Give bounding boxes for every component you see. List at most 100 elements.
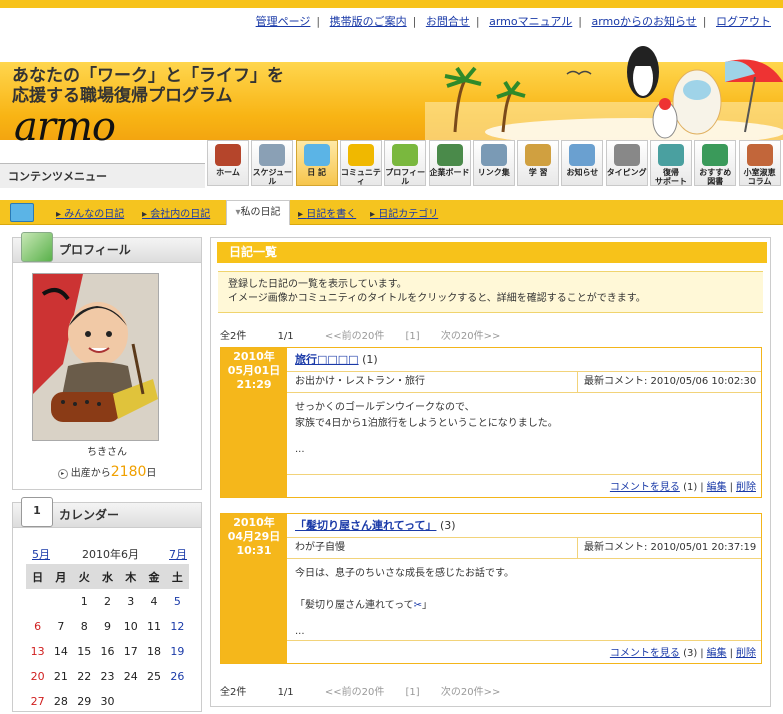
calendar-day[interactable]: 25 [142, 664, 165, 689]
nav-label: タイピング [606, 168, 647, 177]
scissors-icon: ✂ [413, 600, 422, 611]
calendar-day[interactable]: 30 [96, 689, 119, 714]
calendar-weekday: 木 [119, 564, 143, 589]
calendar-day[interactable]: 29 [73, 689, 96, 714]
calendar: 5月 2010年6月 7月 日月火水木金土 1 2 3 4 5 6 7 8 9 10 11 12 13 14… [26, 546, 189, 714]
nav-learning[interactable]: 学 習 [517, 140, 560, 186]
links-icon [480, 144, 507, 166]
nav-return-support[interactable]: 復帰 サポート [650, 140, 692, 186]
nav-home[interactable]: ホーム [207, 140, 249, 186]
diary-icon [303, 144, 330, 166]
entry-comment-count: (3) [439, 519, 456, 532]
nav-recommended-books[interactable]: おすすめ 図書 [694, 140, 737, 186]
calendar-day[interactable]: 4 [142, 589, 165, 614]
nav-company-board[interactable]: 企業ボード [428, 140, 471, 186]
nav-community[interactable]: コミュニティ [339, 140, 382, 186]
subnav-my-diary[interactable]: ▾私の日記 [226, 200, 290, 225]
calendar-weekday: 土 [165, 564, 189, 589]
calendar-day[interactable]: 13 [26, 639, 49, 664]
edit-link[interactable]: 編集 [707, 482, 727, 493]
profile-days: ▸ 出産から2180日 [12, 464, 202, 480]
nav-notices[interactable]: お知らせ [561, 140, 604, 186]
calendar-day[interactable]: 23 [96, 664, 119, 689]
calendar-day[interactable]: 14 [49, 639, 72, 664]
notices-icon [569, 144, 596, 166]
calendar-day[interactable]: 17 [119, 639, 142, 664]
nav-links[interactable]: リンク集 [472, 140, 515, 186]
entry-title-link[interactable]: 「髪切り屋さん連れてって」 [295, 519, 436, 532]
calendar-day[interactable]: 3 [119, 589, 142, 614]
delete-link[interactable]: 削除 [736, 482, 756, 493]
pager-prev[interactable]: <<前の20件 [325, 687, 384, 698]
calendar-day[interactable]: 22 [73, 664, 96, 689]
calendar-icon: 1 [21, 497, 53, 527]
calendar-day[interactable]: 15 [73, 639, 96, 664]
logout-link[interactable]: ログアウト [716, 15, 771, 28]
pager-next[interactable]: 次の20件>> [441, 331, 500, 342]
profile-photo[interactable] [32, 273, 159, 441]
calendar-day[interactable]: 26 [166, 664, 189, 689]
calendar-day[interactable]: 9 [96, 614, 119, 639]
nav-profile[interactable]: プロフィール [384, 140, 427, 186]
calendar-day[interactable]: 19 [166, 639, 189, 664]
pager-prev[interactable]: <<前の20件 [325, 331, 384, 342]
header-illustration [425, 46, 783, 140]
nav-label: コミュニティ [340, 168, 381, 186]
admin-link[interactable]: 管理ページ [256, 15, 311, 28]
nav-typing[interactable]: タイピング [605, 140, 648, 186]
mobile-guide-link[interactable]: 携帯版のご案内 [330, 15, 407, 28]
calendar-next-month[interactable]: 7月 [169, 546, 187, 562]
entry-comment-count: (1) [362, 353, 378, 366]
calendar-day[interactable]: 18 [142, 639, 165, 664]
community-icon [347, 144, 374, 166]
delete-link[interactable]: 削除 [736, 648, 756, 659]
calendar-day[interactable]: 7 [49, 614, 72, 639]
calendar-prev-month[interactable]: 5月 [32, 546, 50, 562]
calendar-day[interactable]: 20 [26, 664, 49, 689]
armo-logo[interactable]: armo [14, 104, 116, 150]
calendar-day[interactable]: 16 [96, 639, 119, 664]
pager-top: 全2件 1/1 <<前の20件 [1] 次の20件>> [220, 331, 501, 342]
calendar-day[interactable]: 12 [166, 614, 189, 639]
calendar-day[interactable]: 5 [166, 589, 189, 614]
nav-diary[interactable]: 日 記 [295, 140, 338, 186]
calendar-grid: 日月火水木金土 1 2 3 4 5 6 7 8 9 10 11 12 13 14 15 16 17 18 19 20 21… [26, 564, 189, 714]
nav-label: 企業ボード [429, 168, 470, 177]
typing-icon [613, 144, 640, 166]
pager-next[interactable]: 次の20件>> [441, 687, 500, 698]
entry-title-link[interactable]: 旅行□□□□ [295, 353, 359, 366]
calendar-day[interactable]: 21 [49, 664, 72, 689]
calendar-day[interactable]: 28 [49, 689, 72, 714]
calendar-weekday: 火 [72, 564, 96, 589]
subnav-everyone-diary[interactable]: みんなの日記 [56, 205, 124, 220]
diary-subnav: みんなの日記 会社内の日記 日記を書く 日記カテゴリ [0, 200, 783, 225]
calendar-weekday: 日 [26, 564, 50, 589]
top-accent-bar [0, 0, 783, 8]
nav-komuro-column[interactable]: 小室淑恵 コラム [738, 140, 781, 186]
calendar-day[interactable]: 1 [73, 589, 96, 614]
calendar-day[interactable]: 6 [26, 614, 49, 639]
edit-link[interactable]: 編集 [707, 648, 727, 659]
calendar-day[interactable]: 27 [26, 689, 49, 714]
contact-link[interactable]: お問合せ [426, 15, 470, 28]
calendar-month: 2010年6月 [82, 548, 139, 561]
subnav-diary-category[interactable]: 日記カテゴリ [370, 205, 438, 220]
manual-link[interactable]: armoマニュアル [489, 15, 572, 28]
calendar-weekday: 月 [49, 564, 73, 589]
calendar-day[interactable]: 24 [119, 664, 142, 689]
entry-title-row: 「髪切り屋さん連れてって」 (3) [287, 514, 761, 538]
calendar-day[interactable]: 8 [73, 614, 96, 639]
calendar-day[interactable]: 2 [96, 589, 119, 614]
calendar-day[interactable]: 10 [119, 614, 142, 639]
entry-date: 2010年 04月29日 10:31 [221, 514, 287, 663]
calendar-day[interactable]: 11 [142, 614, 165, 639]
nav-schedule[interactable]: スケジュール [251, 140, 294, 186]
subnav-company-diary[interactable]: 会社内の日記 [142, 205, 210, 220]
company-board-icon [436, 144, 463, 166]
home-icon [215, 144, 241, 166]
view-comments-link[interactable]: コメントを見る [610, 648, 680, 659]
news-link[interactable]: armoからのお知らせ [591, 15, 696, 28]
subnav-write-diary[interactable]: 日記を書く [298, 205, 356, 220]
view-comments-link[interactable]: コメントを見る [610, 482, 680, 493]
diary-list-heading: 日記一覧 [214, 242, 767, 263]
